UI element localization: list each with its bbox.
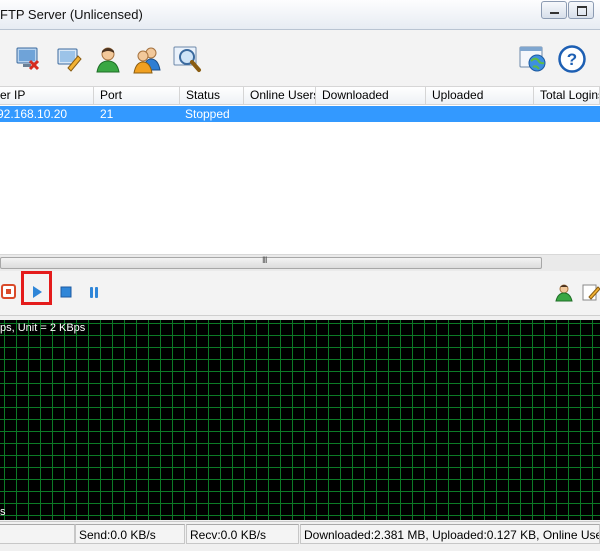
stop-record-button[interactable] [0,281,21,303]
col-total-logins[interactable]: Total Logins [534,87,600,104]
user-icon [96,47,120,73]
cell-port: 21 [100,107,114,121]
cell-ip: 92.168.10.20 [0,107,68,121]
svg-text:?: ? [567,50,577,69]
users-group-icon [133,47,161,74]
minimize-icon [550,12,559,14]
status-bar: Send:0.0 KB/s Recv:0.0 KB/s Downloaded:2… [0,521,600,551]
pause-icon [90,287,98,298]
square-icon [60,286,72,298]
maximize-button[interactable] [568,1,594,19]
server-edit-icon [57,48,82,72]
scrollbar-thumb[interactable] [0,257,542,269]
graph-unit-label: ps, Unit = 2 KBps [0,322,86,334]
graph-bottom-label: s [0,506,6,518]
control-bar [0,271,600,316]
help-button[interactable]: ? [557,44,587,74]
traffic-graph: ps, Unit = 2 KBps s [0,320,600,520]
maximize-icon [577,6,587,16]
col-uploaded[interactable]: Uploaded [426,87,534,104]
pause-button[interactable] [83,281,105,303]
col-port[interactable]: Port [94,87,180,104]
users-group-button[interactable] [132,44,162,74]
server-stop-icon [16,47,40,71]
col-server-ip[interactable]: er IP [0,87,94,104]
web-browser-button[interactable] [518,44,548,74]
user-icon [555,284,573,302]
window-title: FTP Server (Unlicensed) [0,7,143,22]
edit-icon [582,284,600,301]
edit-button[interactable] [580,281,600,303]
col-online-users[interactable]: Online Users [244,87,316,104]
search-button[interactable] [172,44,202,74]
status-send: Send:0.0 KB/s [75,524,185,544]
col-status[interactable]: Status [180,87,244,104]
window-controls [540,1,594,19]
main-toolbar: ? [0,30,600,87]
stop-button[interactable] [55,281,77,303]
play-button-highlight [21,271,52,305]
stop-server-button[interactable] [13,44,43,74]
status-panel-empty [0,524,75,544]
title-bar: FTP Server (Unlicensed) [0,0,600,30]
scrollbar-grip: III [262,255,267,265]
user-button[interactable] [93,44,123,74]
search-icon [173,46,201,72]
server-list[interactable]: er IP Port Status Online Users Downloade… [0,87,600,254]
table-row[interactable]: 92.168.10.20 21 Stopped [0,106,600,122]
edit-server-button[interactable] [54,44,84,74]
minimize-button[interactable] [541,1,567,19]
col-downloaded[interactable]: Downloaded [316,87,426,104]
cell-status: Stopped [185,107,230,121]
status-recv: Recv:0.0 KB/s [186,524,299,544]
web-browser-icon [519,46,546,72]
stop-icon [1,284,16,299]
status-summary: Downloaded:2.381 MB, Uploaded:0.127 KB, … [300,524,600,544]
horizontal-scrollbar[interactable]: III [0,254,600,271]
help-icon: ? [558,45,586,73]
user-view-button[interactable] [553,281,575,303]
list-header: er IP Port Status Online Users Downloade… [0,87,600,105]
